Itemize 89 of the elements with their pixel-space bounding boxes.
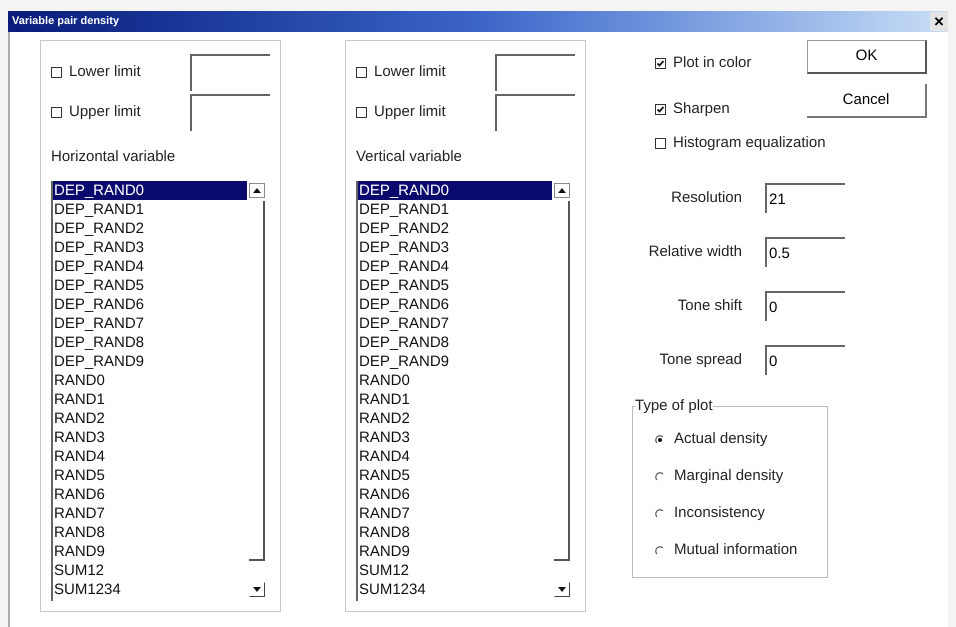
checkbox-label[interactable]: Lower limit: [374, 61, 446, 84]
scroll-down-icon[interactable]: [249, 582, 265, 596]
list-item[interactable]: RAND4: [358, 446, 552, 466]
list-item[interactable]: RAND9: [358, 542, 552, 560]
list-item[interactable]: DEP_RAND3: [53, 238, 247, 256]
parameter-label: Resolution: [670, 188, 742, 208]
list-item[interactable]: DEP_RAND7: [53, 314, 247, 332]
radio-icon[interactable]: [655, 508, 665, 518]
radio-label[interactable]: Actual density: [674, 428, 768, 451]
scroll-down-icon[interactable]: [554, 582, 570, 596]
list-item[interactable]: RAND4: [53, 446, 247, 466]
list-item[interactable]: DEP_RAND2: [358, 218, 552, 238]
list-item[interactable]: SUM1234: [53, 580, 247, 598]
checkbox-label[interactable]: Lower limit: [69, 61, 141, 84]
list-label: Vertical variable: [356, 147, 463, 167]
list-item[interactable]: SUM1234: [358, 580, 552, 598]
list-item[interactable]: DEP_RAND5: [53, 276, 247, 294]
ok-button[interactable]: OK: [807, 40, 927, 74]
input-field[interactable]: 0: [765, 291, 845, 321]
list-item[interactable]: DEP_RAND5: [358, 276, 552, 294]
checkbox-label[interactable]: Upper limit: [69, 101, 141, 124]
list-item[interactable]: RAND3: [53, 428, 247, 446]
list-item[interactable]: SUM12: [53, 560, 247, 580]
variable-list[interactable]: DEP_RAND0 DEP_RAND1 DEP_RAND2 DEP_RAND3 DEP_RAND4 DEP_RAND5 DEP_RAND6 DEP_RAND7 DEP_RAND8 DEP_RAND9 RAND0 RAND1 RAND2 RAND3 RAND4 RAND5 RAND6 RAND7 RAND8 RAND9 SUM12 SUM1234: [356, 180, 570, 600]
checkbox-label[interactable]: Plot in color: [673, 52, 752, 74]
list-item[interactable]: DEP_RAND8: [53, 332, 247, 352]
radio-label[interactable]: Marginal density: [674, 465, 784, 488]
list-label: Horizontal variable: [51, 147, 176, 167]
radio-icon[interactable]: [655, 546, 665, 556]
checkbox-label[interactable]: Histogram equalization: [673, 132, 826, 154]
list-item[interactable]: RAND8: [358, 522, 552, 542]
variable-list[interactable]: DEP_RAND0 DEP_RAND1 DEP_RAND2 DEP_RAND3 DEP_RAND4 DEP_RAND5 DEP_RAND6 DEP_RAND7 DEP_RAND8 DEP_RAND9 RAND0 RAND1 RAND2 RAND3 RAND4 RAND5 RAND6 RAND7 RAND8 RAND9 SUM12 SUM1234: [51, 180, 265, 600]
list-item[interactable]: DEP_RAND4: [358, 256, 552, 276]
parameter-label: Tone spread: [658, 350, 742, 370]
list-item[interactable]: DEP_RAND1: [53, 200, 247, 218]
group-title: Type of plot: [635, 397, 713, 415]
list-item[interactable]: RAND6: [53, 484, 247, 504]
list-item[interactable]: RAND2: [358, 408, 552, 428]
list-item[interactable]: SUM12: [358, 560, 552, 580]
selected-radio-icon[interactable]: [655, 434, 665, 444]
list-item[interactable]: DEP_RAND9: [358, 352, 552, 370]
input-field[interactable]: 0: [765, 345, 845, 375]
checkbox-icon[interactable]: [356, 107, 367, 118]
list-item[interactable]: DEP_RAND9: [53, 352, 247, 370]
list-item[interactable]: DEP_RAND6: [53, 294, 247, 314]
list-item[interactable]: DEP_RAND2: [53, 218, 247, 238]
radio-label[interactable]: Inconsistency: [674, 502, 765, 525]
list-item[interactable]: DEP_RAND7: [358, 314, 552, 332]
cancel-button[interactable]: Cancel: [807, 84, 927, 118]
list-item[interactable]: RAND0: [358, 370, 552, 390]
checkbox-icon[interactable]: [51, 67, 62, 78]
list-item[interactable]: RAND0: [53, 370, 247, 390]
checkbox-label[interactable]: Sharpen: [673, 98, 730, 120]
radio-icon[interactable]: [655, 472, 665, 482]
list-item[interactable]: RAND7: [53, 504, 247, 522]
input-field[interactable]: [190, 54, 270, 91]
parameter-label: Tone shift: [676, 296, 742, 316]
list-item[interactable]: RAND3: [358, 428, 552, 446]
list-item[interactable]: DEP_RAND0: [53, 180, 247, 200]
list-item[interactable]: RAND8: [53, 522, 247, 542]
list-item[interactable]: DEP_RAND3: [358, 238, 552, 256]
list-item[interactable]: RAND5: [358, 466, 552, 484]
checked-checkbox-icon[interactable]: [655, 58, 666, 68]
input-field[interactable]: 0.5: [765, 237, 845, 267]
parameter-label: Relative width: [648, 242, 742, 262]
radio-label[interactable]: Mutual information: [674, 539, 798, 562]
checkbox-icon[interactable]: [356, 67, 367, 78]
list-item[interactable]: DEP_RAND4: [53, 256, 247, 276]
list-item[interactable]: DEP_RAND6: [358, 294, 552, 314]
checkbox-icon[interactable]: [51, 107, 62, 118]
close-button[interactable]: ×: [930, 12, 948, 31]
list-item[interactable]: RAND9: [53, 542, 247, 560]
checked-checkbox-icon[interactable]: [655, 104, 666, 114]
checkbox-label[interactable]: Upper limit: [374, 101, 446, 124]
list-item[interactable]: RAND1: [53, 390, 247, 408]
list-item[interactable]: RAND2: [53, 408, 247, 428]
list-item[interactable]: DEP_RAND1: [358, 200, 552, 218]
input-field[interactable]: [495, 54, 575, 91]
input-field[interactable]: 21: [765, 183, 845, 213]
checkbox-icon[interactable]: [655, 138, 666, 148]
scroll-up-icon[interactable]: [554, 182, 570, 198]
list-item[interactable]: DEP_RAND0: [358, 180, 552, 200]
list-item[interactable]: RAND7: [358, 504, 552, 522]
list-item[interactable]: RAND5: [53, 466, 247, 484]
scroll-up-icon[interactable]: [249, 182, 265, 198]
list-item[interactable]: DEP_RAND8: [358, 332, 552, 352]
list-item[interactable]: RAND6: [358, 484, 552, 504]
list-item[interactable]: RAND1: [358, 390, 552, 408]
window-title: Variable pair density: [12, 14, 119, 30]
